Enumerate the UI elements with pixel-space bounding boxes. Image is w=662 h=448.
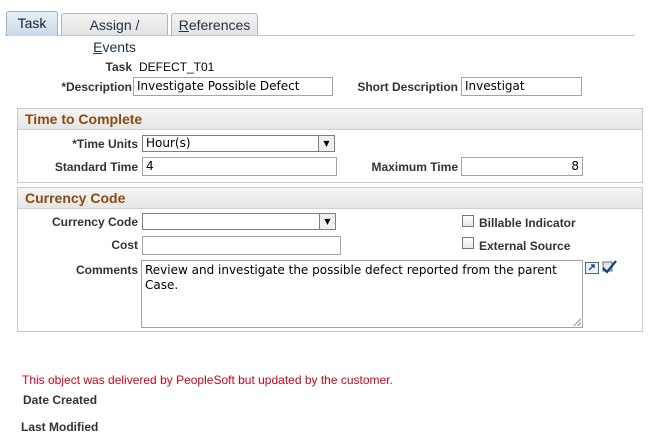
- chevron-down-icon[interactable]: ▼: [318, 136, 334, 151]
- time-units-label: *Time Units: [72, 137, 138, 151]
- billable-indicator-checkbox[interactable]: [462, 215, 474, 227]
- short-description-input[interactable]: Investigat: [461, 77, 582, 96]
- tab-assign-label-prefix: Assign /: [89, 17, 140, 33]
- description-label: *Description: [61, 80, 132, 94]
- currency-code-label: Currency Code: [51, 215, 138, 229]
- maximum-time-input[interactable]: 8: [461, 157, 583, 176]
- tab-task-label: Task: [17, 15, 47, 31]
- external-source-checkbox[interactable]: [462, 237, 474, 249]
- comments-text: Review and investigate the possible defe…: [145, 263, 557, 292]
- cost-input[interactable]: [142, 236, 341, 255]
- currency-code-select[interactable]: ▼: [142, 213, 336, 230]
- standard-time-input[interactable]: 4: [142, 157, 337, 176]
- comments-label: Comments: [75, 263, 138, 277]
- last-modified-label: Last Modified: [21, 420, 99, 434]
- tab-references[interactable]: References: [171, 13, 258, 35]
- time-units-value: Hour(s): [146, 136, 191, 150]
- tab-task[interactable]: Task: [6, 11, 58, 36]
- standard-time-label: Standard Time: [54, 160, 138, 174]
- task-label: Task: [105, 60, 132, 74]
- time-units-select[interactable]: Hour(s) ▼: [142, 135, 335, 152]
- spell-check-icon[interactable]: [601, 259, 618, 274]
- tab-assign-label-suffix: vents: [102, 39, 136, 55]
- maximum-time-label: Maximum Time: [371, 160, 458, 174]
- short-description-label: Short Description: [357, 80, 458, 94]
- chevron-down-icon[interactable]: ▼: [319, 214, 335, 229]
- time-to-complete-title: Time to Complete: [18, 109, 642, 130]
- tab-assign-events[interactable]: Assign / Events: [61, 13, 168, 55]
- expand-textarea-icon[interactable]: [585, 262, 599, 274]
- external-source-label: External Source: [479, 239, 571, 253]
- comments-textarea[interactable]: Review and investigate the possible defe…: [141, 260, 583, 328]
- customization-message: This object was delivered by PeopleSoft …: [22, 373, 393, 387]
- billable-indicator-label: Billable Indicator: [479, 216, 576, 230]
- cost-label: Cost: [111, 238, 138, 252]
- task-value: DEFECT_T01: [139, 60, 215, 74]
- description-input[interactable]: Investigate Possible Defect: [133, 77, 333, 96]
- tab-references-label-accesskey: R: [178, 17, 189, 33]
- resize-grip-icon[interactable]: [573, 318, 581, 326]
- date-created-label: Date Created: [23, 393, 98, 407]
- tab-references-label-suffix: eferences: [188, 17, 251, 33]
- currency-code-title: Currency Code: [18, 188, 642, 209]
